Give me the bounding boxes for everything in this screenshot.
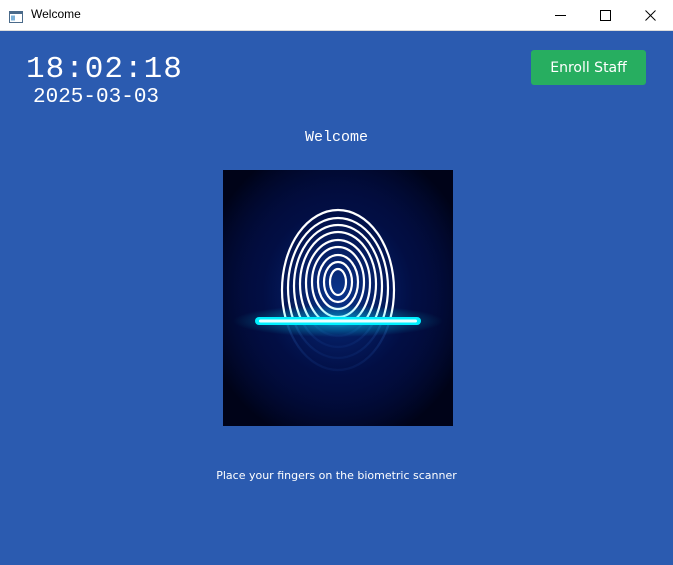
minimize-icon	[555, 6, 566, 25]
close-icon	[645, 6, 656, 25]
minimize-button[interactable]	[538, 0, 583, 30]
close-button[interactable]	[628, 0, 673, 30]
app-window-icon	[9, 8, 23, 23]
fingerprint-scan-illustration	[223, 170, 453, 426]
enroll-staff-button[interactable]: Enroll Staff	[531, 50, 646, 85]
maximize-button[interactable]	[583, 0, 628, 30]
fingerprint-scanner-image	[223, 170, 453, 426]
maximize-icon	[600, 6, 611, 25]
clock-time: 18:02:18	[26, 52, 183, 87]
window-title: Welcome	[31, 7, 81, 21]
clock-date: 2025-03-03	[33, 86, 160, 109]
title-bar[interactable]: Welcome	[0, 0, 673, 31]
app-window: Welcome 18:02:18 2025-03-03 Enroll Staff…	[0, 0, 673, 565]
welcome-heading: Welcome	[304, 129, 368, 146]
scanner-instruction: Place your fingers on the biometric scan…	[216, 469, 457, 482]
